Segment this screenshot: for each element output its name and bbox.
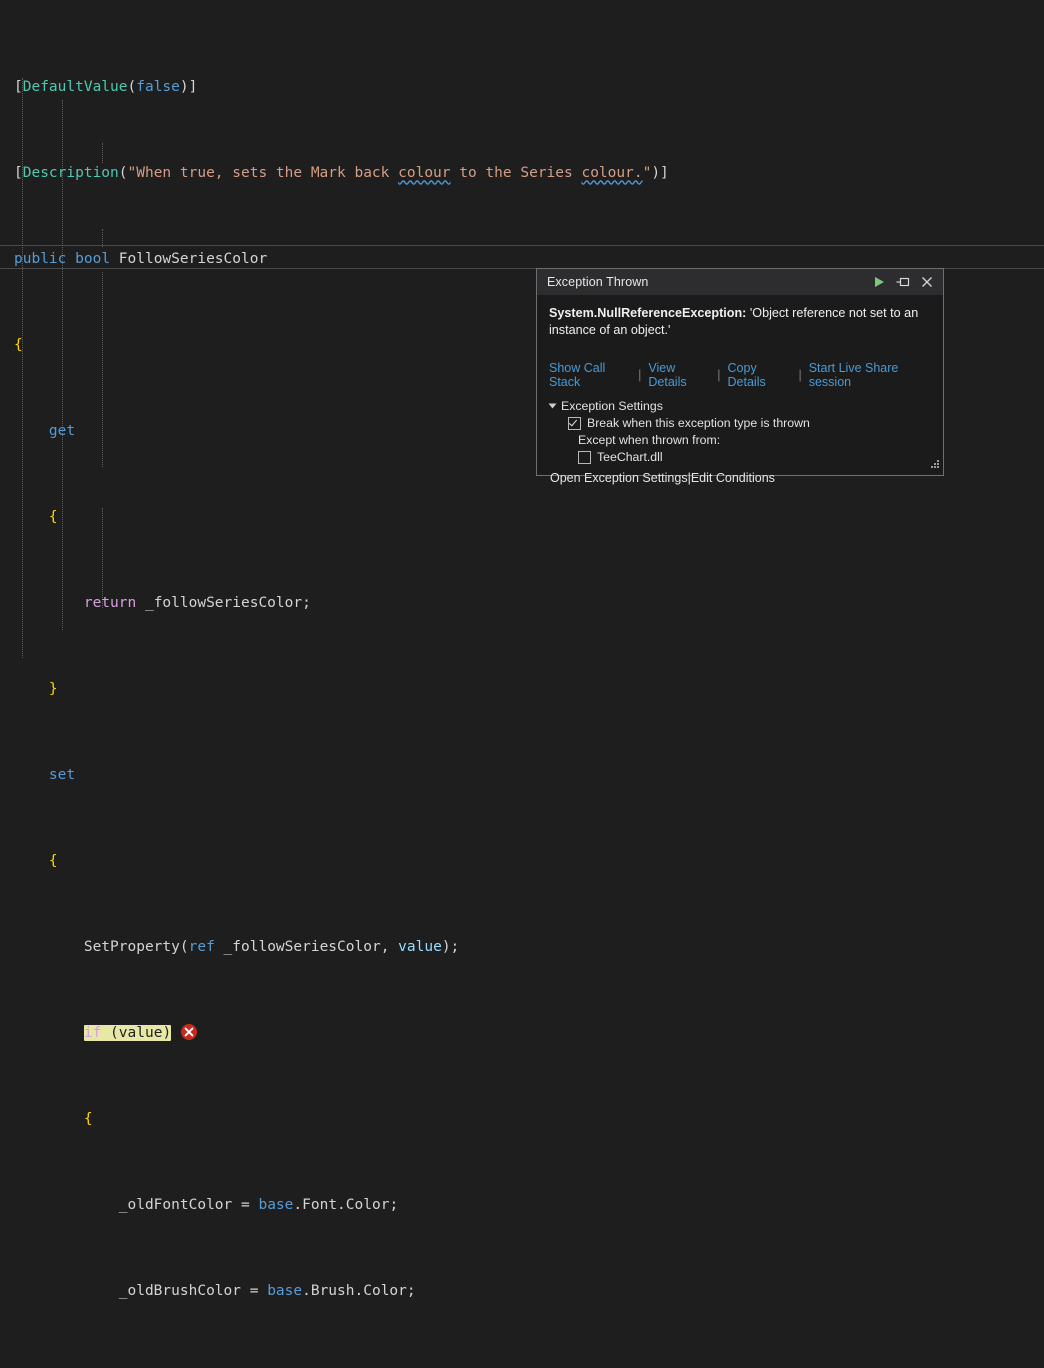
current-statement-highlight: if (value) [84, 1025, 171, 1041]
code-line-current-statement[interactable]: if (value) [0, 1023, 1044, 1045]
break-when-thrown-label: Break when this exception type is thrown [587, 416, 810, 430]
exception-settings-header[interactable]: Exception Settings [550, 399, 931, 413]
error-x-icon[interactable] [181, 1024, 197, 1040]
link-separator: | [798, 368, 801, 382]
code-line[interactable]: { [0, 851, 1044, 873]
exception-type: System.NullReferenceException: [549, 306, 746, 320]
except-when-thrown-from-label: Except when thrown from: [578, 433, 720, 447]
view-details-link[interactable]: View Details [648, 361, 710, 389]
link-separator: | [717, 368, 720, 382]
code-line[interactable]: set [0, 765, 1044, 787]
teechart-dll-checkbox[interactable] [578, 451, 591, 464]
module-row[interactable]: TeeChart.dll [550, 450, 931, 464]
copy-details-link[interactable]: Copy Details [728, 361, 792, 389]
chevron-down-icon[interactable] [549, 404, 557, 409]
exception-settings-section: Exception Settings Break when this excep… [549, 399, 931, 485]
close-icon[interactable] [915, 271, 939, 293]
code-line[interactable]: public bool FollowSeriesColor [0, 249, 1044, 271]
continue-icon[interactable] [867, 271, 891, 293]
code-line[interactable]: [DefaultValue(false)] [0, 77, 1044, 99]
dialog-title: Exception Thrown [547, 275, 867, 289]
pin-icon[interactable] [891, 271, 915, 293]
start-live-share-session-link[interactable]: Start Live Share session [809, 361, 931, 389]
code-line[interactable]: [Description("When true, sets the Mark b… [0, 163, 1044, 185]
break-when-thrown-row[interactable]: Break when this exception type is thrown [550, 416, 931, 430]
exception-thrown-dialog[interactable]: Exception Thrown System.NullReferenceExc… [536, 268, 944, 476]
code-line[interactable]: _oldFontColor = base.Font.Color; [0, 1195, 1044, 1217]
except-when-thrown-from-row: Except when thrown from: [550, 433, 931, 447]
code-line[interactable]: { [0, 1109, 1044, 1131]
resize-grip-icon[interactable] [928, 460, 940, 472]
edit-conditions-link[interactable]: Edit Conditions [691, 471, 775, 485]
code-line[interactable]: } [0, 679, 1044, 701]
code-line[interactable]: { [0, 507, 1044, 529]
dialog-titlebar[interactable]: Exception Thrown [537, 269, 943, 295]
code-line[interactable]: _oldBrushColor = base.Brush.Color; [0, 1281, 1044, 1303]
exception-settings-label: Exception Settings [561, 399, 663, 413]
teechart-dll-label: TeeChart.dll [597, 450, 663, 464]
code-line[interactable]: SetProperty(ref _followSeriesColor, valu… [0, 937, 1044, 959]
open-exception-settings-link[interactable]: Open Exception Settings [550, 471, 688, 485]
show-call-stack-link[interactable]: Show Call Stack [549, 361, 631, 389]
link-separator: | [638, 368, 641, 382]
code-line[interactable]: _oldPenColor = base.Pen.Color; [0, 1367, 1044, 1368]
break-when-thrown-checkbox[interactable] [568, 417, 581, 430]
exception-message: System.NullReferenceException: 'Object r… [549, 305, 931, 339]
dialog-bottom-links: Open Exception Settings | Edit Condition… [550, 471, 931, 485]
code-line[interactable]: return _followSeriesColor; [0, 593, 1044, 615]
dialog-action-links: Show Call Stack | View Details | Copy De… [549, 361, 931, 389]
dialog-body: System.NullReferenceException: 'Object r… [537, 295, 943, 485]
